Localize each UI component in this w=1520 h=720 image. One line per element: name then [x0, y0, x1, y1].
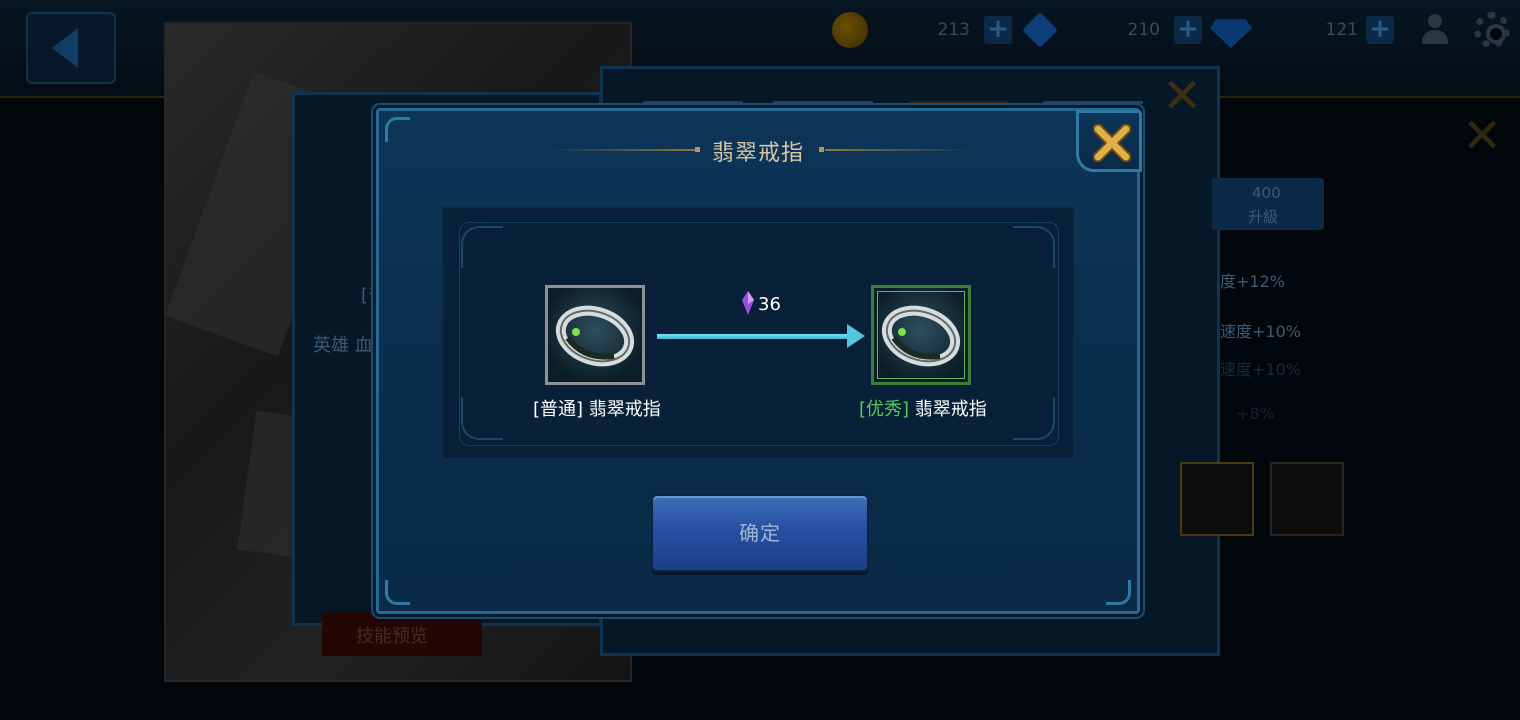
confirm-button[interactable]: 确定	[651, 494, 869, 572]
source-item-label: [普通] 翡翠戒指	[533, 395, 661, 421]
profile-icon[interactable]	[1420, 14, 1450, 46]
back-button[interactable]	[26, 12, 116, 84]
settings-gear-icon[interactable]	[1474, 12, 1510, 48]
target-item-quality: [优秀]	[859, 399, 910, 420]
stat-line: 度+12%	[1220, 272, 1285, 291]
equipment-slot[interactable]	[1180, 462, 1254, 536]
gold-coin-icon	[832, 12, 868, 48]
scroll-ornament	[461, 398, 503, 440]
add-crystal-button[interactable]: +	[1174, 16, 1202, 44]
upgrade-preview-panel	[441, 206, 1075, 460]
skill-preview-label: 技能预览	[356, 626, 428, 647]
target-item-slot[interactable]	[871, 285, 971, 385]
source-item-slot[interactable]	[545, 285, 645, 385]
panel-close-button[interactable]: ✕	[1158, 70, 1220, 126]
frame-corner	[1106, 580, 1131, 605]
gold-resource: 213	[832, 12, 982, 48]
frame-corner	[385, 580, 410, 605]
dialog-title: 翡翠戒指	[711, 141, 804, 166]
emerald-ring-icon	[881, 305, 961, 367]
diamond-amount: 121	[1240, 16, 1368, 44]
upgrade-label: 升級	[1248, 208, 1279, 226]
source-item-quality: [普通]	[533, 399, 584, 420]
target-item-name: 翡翠戒指	[914, 399, 987, 420]
stat-line: 速度+10%	[1220, 360, 1301, 379]
stat-line: 速度+10%	[1220, 322, 1301, 341]
diamond-resource: 121	[1210, 12, 1368, 48]
crystal-resource: 210	[1022, 12, 1172, 48]
target-item-label: [优秀] 翡翠戒指	[859, 395, 987, 421]
title-divider	[825, 149, 973, 151]
crystal-amount: 210	[1052, 16, 1170, 44]
confirm-label: 确定	[739, 521, 781, 545]
close-icon: ✕	[1162, 68, 1203, 124]
dialog-close-button[interactable]	[1076, 110, 1142, 172]
equipment-slot[interactable]	[1270, 462, 1344, 536]
upgrade-cost: 400	[1252, 184, 1281, 202]
source-item-name: 翡翠戒指	[588, 399, 661, 420]
cost-amount: 36	[758, 294, 781, 315]
title-ornament	[819, 147, 824, 152]
close-icon	[1093, 124, 1131, 162]
add-gold-button[interactable]: +	[984, 16, 1012, 44]
scroll-ornament	[1013, 226, 1055, 268]
scroll-ornament	[1013, 398, 1055, 440]
stat-line: +8%	[1236, 404, 1275, 423]
scroll-ornament	[461, 226, 503, 268]
skill-preview-button[interactable]: 技能预览	[322, 612, 482, 656]
purple-crystal-icon	[742, 291, 754, 315]
gold-amount: 213	[862, 16, 980, 44]
hero-description: 英雄 血	[313, 335, 373, 356]
page-close-icon[interactable]: ✕	[1462, 112, 1502, 160]
add-diamond-button[interactable]: +	[1366, 16, 1394, 44]
back-arrow-icon	[52, 28, 78, 68]
upgrade-dialog: 翡翠戒指 [普通] 翡翠戒指 36 [优秀] 翡翠戒指 确定	[376, 108, 1140, 614]
dialog-header: 翡翠戒指	[379, 131, 1137, 171]
upgrade-arrow	[657, 334, 853, 339]
upgrade-button[interactable]: 400 升級	[1212, 178, 1324, 230]
emerald-ring-icon	[555, 305, 635, 367]
arrow-right-icon	[847, 324, 865, 348]
